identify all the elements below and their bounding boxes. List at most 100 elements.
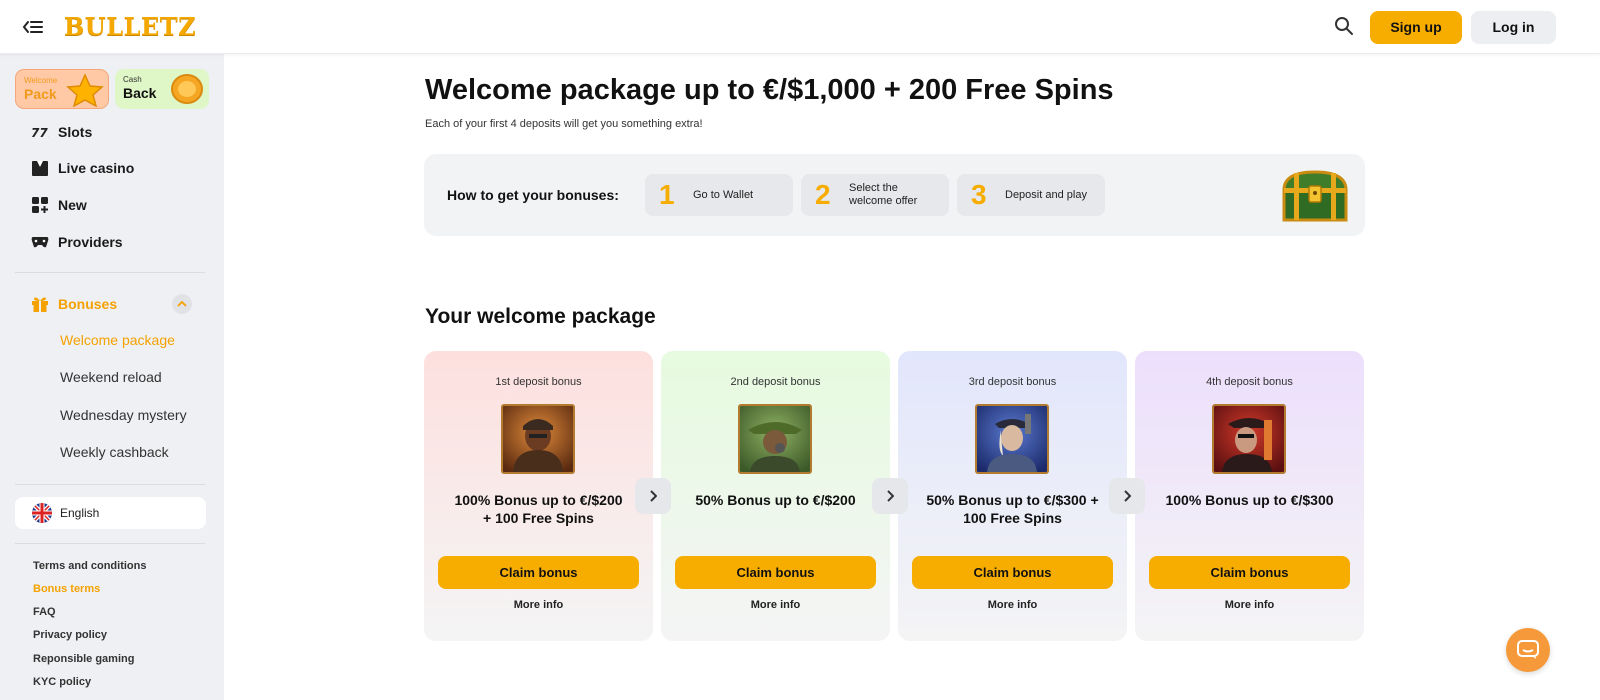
card-label: 3rd deposit bonus	[968, 376, 1057, 388]
claim-bonus-button[interactable]: Claim bonus	[1149, 556, 1350, 589]
step-text-line: Deposit and play	[1005, 188, 1087, 201]
signup-button[interactable]: Sign up	[1370, 11, 1462, 44]
welcome-pack-tile[interactable]: Welcome Pack	[15, 69, 109, 109]
chevron-right-icon	[872, 478, 908, 514]
divider	[15, 543, 205, 544]
claim-bonus-button[interactable]: Claim bonus	[675, 556, 876, 589]
step-text: Go to Wallet	[693, 189, 753, 202]
svg-text:777: 777	[31, 126, 49, 139]
card-offer: 50% Bonus up to €/$300 + 100 Free Spins	[908, 491, 1117, 527]
promo-small-label: Welcome	[24, 76, 58, 85]
uk-flag-icon	[32, 503, 52, 523]
coin-icon	[171, 74, 203, 104]
providers-icon	[30, 232, 50, 252]
page-title: Welcome package up to €/$1,000 + 200 Fre…	[425, 74, 1114, 106]
offer-line: + 100 Free Spins	[483, 510, 594, 526]
bonuses-label: Bonuses	[58, 296, 118, 312]
game-character-image	[738, 404, 812, 474]
more-info-link[interactable]: More info	[898, 599, 1127, 611]
sidebar-item-new[interactable]: New	[30, 194, 87, 216]
cashback-tile[interactable]: Cash Back	[115, 69, 209, 109]
slots-icon: 777	[30, 122, 50, 142]
bonus-item-welcome-package[interactable]: Welcome package	[60, 332, 175, 348]
game-character-image	[975, 404, 1049, 474]
bonus-card-4: 4th deposit bonus 100% Bonus up to €/$30…	[1135, 351, 1364, 641]
treasure-chest-icon	[1282, 170, 1348, 222]
sidebar-item-label: Live casino	[58, 160, 135, 176]
step-text: Deposit and play	[1005, 189, 1087, 202]
card-offer: 100% Bonus up to €/$200 + 100 Free Spins	[434, 491, 643, 527]
more-info-link[interactable]: More info	[424, 599, 653, 611]
promo-big-label: Pack	[24, 86, 57, 102]
search-icon[interactable]	[1333, 15, 1355, 37]
language-label: English	[60, 506, 100, 520]
offer-line: 50% Bonus up to €/$300 +	[926, 492, 1099, 508]
chevron-right-icon	[635, 478, 671, 514]
logo[interactable]: BULLETZ	[64, 12, 196, 41]
language-selector[interactable]: English	[15, 497, 206, 529]
footer-link-bonus-terms[interactable]: Bonus terms	[33, 583, 100, 595]
how-to-label: How to get your bonuses:	[447, 187, 619, 203]
card-offer: 100% Bonus up to €/$300	[1145, 491, 1354, 509]
promo-small-label: Cash	[123, 75, 142, 84]
bonus-item-weekly-cashback[interactable]: Weekly cashback	[60, 444, 169, 460]
star-icon	[66, 73, 104, 107]
step-number: 1	[659, 179, 675, 210]
claim-bonus-button[interactable]: Claim bonus	[912, 556, 1113, 589]
sidebar-item-providers[interactable]: Providers	[30, 231, 123, 253]
gift-icon	[30, 294, 50, 314]
footer-link-responsible-gaming[interactable]: Reponsible gaming	[33, 653, 134, 665]
how-to-panel: How to get your bonuses: 1 Go to Wallet …	[424, 154, 1365, 236]
claim-bonus-button[interactable]: Claim bonus	[438, 556, 639, 589]
section-title-package: Your welcome package	[425, 305, 656, 328]
bonus-card-3: 3rd deposit bonus 50% Bonus up to €/$300…	[898, 351, 1127, 641]
card-label: 1st deposit bonus	[495, 376, 582, 388]
footer-link-faq[interactable]: FAQ	[33, 606, 56, 618]
bonus-card-2: 2nd deposit bonus 50% Bonus up to €/$200…	[661, 351, 890, 641]
step-text: Select the welcome offer	[849, 182, 917, 208]
offer-line: 100% Bonus up to €/$300	[1165, 492, 1334, 508]
step-go-to-wallet: 1 Go to Wallet	[645, 174, 793, 216]
step-select-offer: 2 Select the welcome offer	[801, 174, 949, 216]
bonus-item-wednesday-mystery[interactable]: Wednesday mystery	[60, 407, 187, 423]
page-subtitle: Each of your first 4 deposits will get y…	[425, 118, 703, 130]
bonus-item-weekend-reload[interactable]: Weekend reload	[60, 369, 162, 385]
sidebar-item-label: Slots	[58, 124, 93, 140]
card-label: 4th deposit bonus	[1206, 376, 1293, 388]
step-number: 3	[971, 179, 987, 210]
footer-link-kyc[interactable]: KYC policy	[33, 676, 91, 688]
game-character-image	[501, 404, 575, 474]
step-text-line: Go to Wallet	[693, 188, 754, 201]
card-label: 2nd deposit bonus	[730, 376, 821, 388]
offer-line: 100 Free Spins	[963, 510, 1062, 526]
sidebar-item-label: Providers	[58, 234, 123, 250]
game-character-image	[1212, 404, 1286, 474]
step-text-line: welcome offer	[849, 195, 918, 207]
chevron-right-icon	[1109, 478, 1145, 514]
step-number: 2	[815, 179, 831, 210]
offer-line: 50% Bonus up to €/$200	[695, 492, 856, 508]
chat-support-button[interactable]	[1506, 628, 1550, 672]
divider	[15, 484, 205, 485]
more-info-link[interactable]: More info	[661, 599, 890, 611]
live-casino-icon	[30, 158, 50, 178]
chat-icon	[1517, 640, 1539, 659]
sidebar-item-slots[interactable]: 777 Slots	[30, 121, 92, 143]
login-button[interactable]: Log in	[1471, 11, 1556, 44]
collapse-menu-icon[interactable]	[22, 17, 44, 37]
sidebar: Welcome Pack Cash Back 777 Slots Live ca…	[0, 54, 224, 700]
sidebar-item-bonuses[interactable]: Bonuses	[30, 293, 192, 315]
footer-link-terms[interactable]: Terms and conditions	[33, 560, 146, 572]
bonus-card-1: 1st deposit bonus 100% Bonus up to €/$20…	[424, 351, 653, 641]
more-info-link[interactable]: More info	[1135, 599, 1364, 611]
sidebar-item-label: New	[58, 197, 87, 213]
top-header: BULLETZ Sign up Log in	[0, 0, 1600, 54]
footer-link-privacy[interactable]: Privacy policy	[33, 629, 107, 641]
chevron-up-icon[interactable]	[172, 294, 192, 314]
sidebar-item-live-casino[interactable]: Live casino	[30, 157, 134, 179]
offer-line: 100% Bonus up to €/$200	[454, 492, 623, 508]
step-deposit-play: 3 Deposit and play	[957, 174, 1105, 216]
divider	[15, 272, 205, 273]
card-offer: 50% Bonus up to €/$200	[671, 491, 880, 509]
step-text-line: Select the	[849, 182, 898, 194]
